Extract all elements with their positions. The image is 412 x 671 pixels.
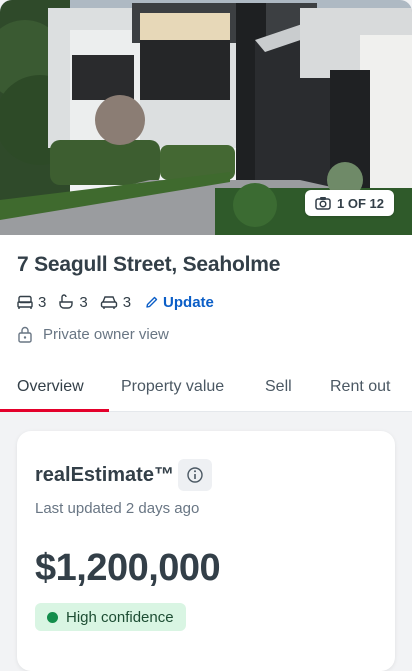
bathrooms-feature: 3 [58,293,88,311]
info-icon [187,467,203,483]
estimate-info-button[interactable] [178,459,212,491]
estimate-last-updated: Last updated 2 days ago [35,500,200,517]
car-icon [100,295,117,309]
bedrooms-count: 3 [38,293,47,311]
privacy-label: Private owner view [43,326,169,343]
confidence-badge: High confidence [35,603,186,631]
estimate-price: $1,200,000 [35,547,221,589]
confidence-label: High confidence [66,608,174,626]
estimate-card: realEstimate™ Last updated 2 days ago $1… [17,431,395,671]
property-address: 7 Seagull Street, Seaholme [17,253,281,276]
active-tab-indicator [0,409,109,412]
bed-icon [17,295,33,309]
tab-sell[interactable]: Sell [265,378,292,396]
update-label: Update [163,293,214,311]
property-features: 3 3 3 Update [17,291,214,313]
photo-count-badge[interactable]: 1 OF 12 [305,190,394,216]
tab-rent-out[interactable]: Rent out [330,378,390,396]
camera-icon [315,197,331,210]
lock-icon [18,326,32,343]
bedrooms-feature: 3 [17,294,46,311]
photo-count-label: 1 OF 12 [337,195,384,211]
confidence-dot-icon [47,611,58,623]
car-spaces-feature: 3 [100,294,131,311]
property-tabs: Overview Property value Sell Rent out [0,364,412,412]
property-details: 7 Seagull Street, Seaholme 3 3 3 Update … [0,235,412,412]
bathrooms-count: 3 [79,293,88,311]
update-features-link[interactable]: Update [145,294,214,311]
car-spaces-count: 3 [122,293,132,311]
tab-property-value[interactable]: Property value [121,378,224,396]
tab-overview[interactable]: Overview [17,378,84,396]
bath-icon [59,294,74,309]
privacy-notice: Private owner view [17,326,169,343]
pencil-icon [146,296,158,308]
property-photo[interactable]: 1 OF 12 [0,0,412,235]
estimate-brand: realEstimate™ [35,464,174,486]
